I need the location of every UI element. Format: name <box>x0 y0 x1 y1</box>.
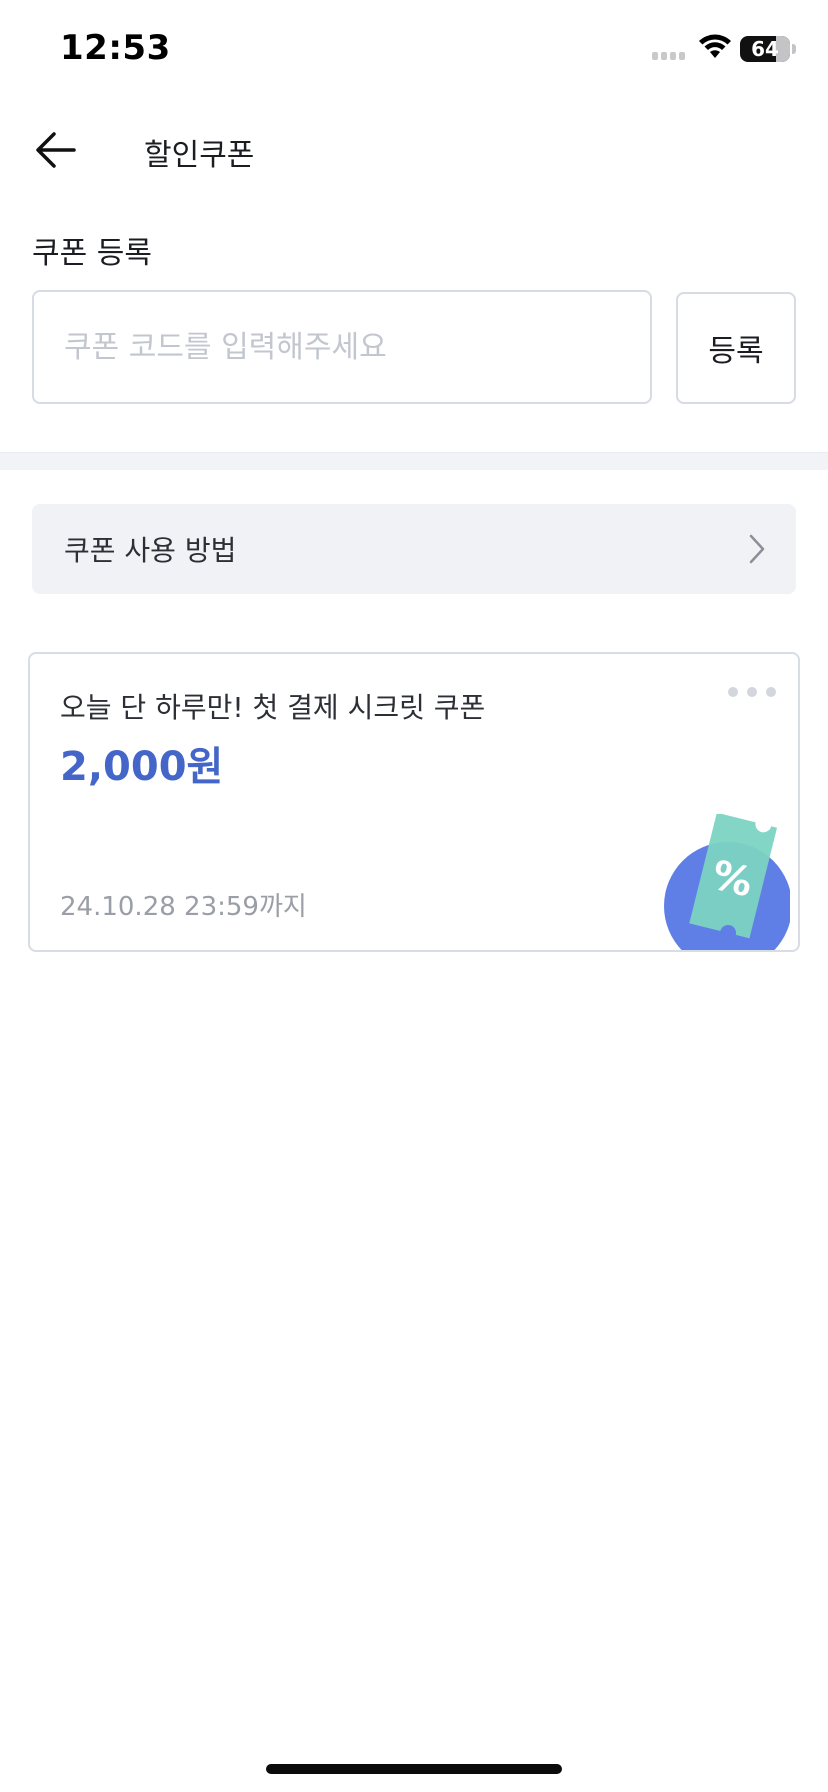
cellular-signal-icon <box>652 52 685 60</box>
coupon-howto-row[interactable]: 쿠폰 사용 방법 <box>32 504 796 594</box>
battery-level: 64 <box>751 37 779 61</box>
wifi-icon <box>699 34 731 58</box>
status-time: 12:53 <box>60 28 171 68</box>
coupon-page: 12:53 64 할인쿠폰 쿠폰 등록 등록 쿠폰 사용 방법 오늘 <box>0 0 828 1792</box>
arrow-left-icon <box>36 132 76 168</box>
coupon-card[interactable]: 오늘 단 하루만! 첫 결제 시크릿 쿠폰 2,000원 24.10.28 23… <box>28 652 800 952</box>
more-options-icon[interactable] <box>728 684 778 700</box>
status-bar: 12:53 64 <box>0 0 828 100</box>
coupon-howto-label: 쿠폰 사용 방법 <box>64 534 237 567</box>
coupon-title: 오늘 단 하루만! 첫 결제 시크릿 쿠폰 <box>60 691 486 724</box>
coupon-code-input[interactable] <box>32 290 652 404</box>
coupon-amount: 2,000원 <box>60 744 224 790</box>
battery-icon: 64 <box>740 36 790 62</box>
section-divider <box>0 452 828 470</box>
coupon-ticket-icon: % <box>664 814 790 950</box>
coupon-register-label: 쿠폰 등록 <box>32 236 152 271</box>
coupon-expiry: 24.10.28 23:59까지 <box>60 892 307 922</box>
home-indicator <box>266 1764 562 1774</box>
chevron-right-icon <box>749 534 765 564</box>
page-title: 할인쿠폰 <box>144 138 255 173</box>
back-button[interactable] <box>28 126 84 174</box>
register-button[interactable]: 등록 <box>676 292 796 404</box>
